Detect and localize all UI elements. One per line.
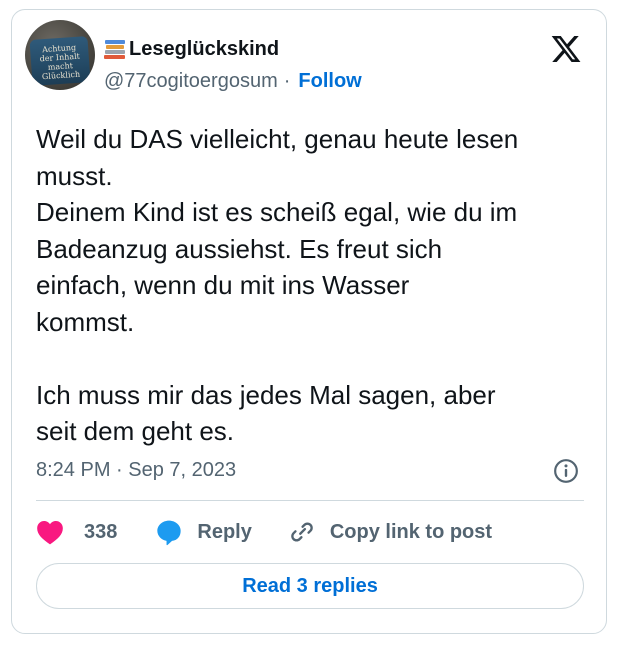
divider <box>36 500 584 501</box>
like-count: 338 <box>84 520 118 543</box>
reply-label: Reply <box>197 520 252 543</box>
author-name-row[interactable]: Leseglückskind <box>104 37 279 61</box>
reply-button[interactable]: Reply <box>155 518 252 546</box>
avatar-mug-text: Achtung der Inhalt macht Glücklich <box>39 42 81 82</box>
separator-dot: · <box>283 70 291 92</box>
read-replies-button[interactable]: Read 3 replies <box>36 563 584 609</box>
info-icon[interactable] <box>553 458 579 484</box>
avatar-mug-image: Achtung der Inhalt macht Glücklich <box>29 36 91 86</box>
action-bar: 338 Reply Copy link to post <box>36 515 492 549</box>
avatar[interactable]: Achtung der Inhalt macht Glücklich <box>25 20 95 90</box>
author-display-name[interactable]: Leseglückskind <box>129 38 279 61</box>
follow-button[interactable]: Follow <box>298 70 361 93</box>
x-logo-icon[interactable] <box>549 33 583 65</box>
books-emoji-icon <box>104 39 126 59</box>
author-handle[interactable]: @77cogitoergosum <box>104 70 278 93</box>
like-button[interactable]: 338 <box>36 519 117 545</box>
heart-icon <box>37 521 63 545</box>
link-icon <box>291 522 313 542</box>
tweet-timestamp[interactable]: 8:24 PM · Sep 7, 2023 <box>36 459 236 482</box>
reply-bubble-icon <box>157 520 182 546</box>
tweet-text: Weil du DAS vielleicht, genau heute lese… <box>36 124 519 446</box>
copy-link-button[interactable]: Copy link to post <box>288 518 492 546</box>
author-handle-row: @77cogitoergosum · Follow <box>104 70 362 93</box>
copy-link-label: Copy link to post <box>329 520 493 543</box>
read-replies-label: Read 3 replies <box>242 574 378 597</box>
